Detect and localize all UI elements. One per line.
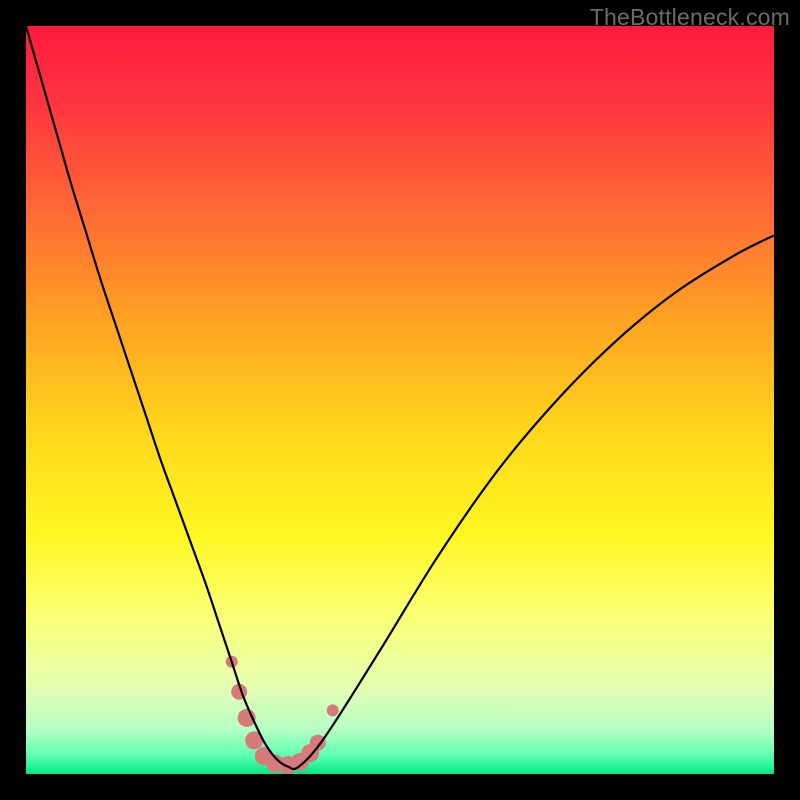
marker-dot xyxy=(327,704,339,716)
bottleneck-chart xyxy=(26,26,774,774)
watermark-text: TheBottleneck.com xyxy=(590,4,790,31)
gradient-background xyxy=(26,26,774,774)
chart-frame xyxy=(26,26,774,774)
